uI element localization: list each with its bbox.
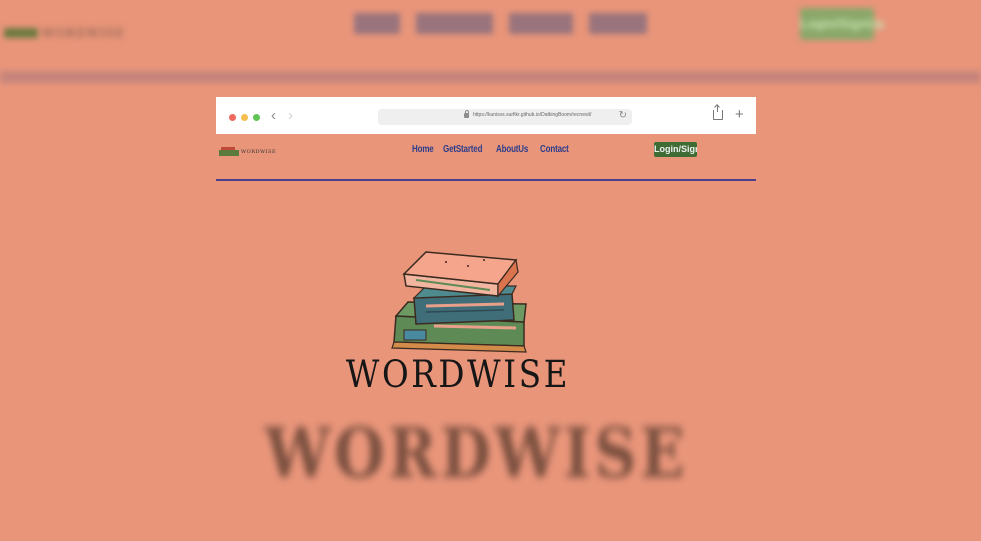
background-login-button: Login/SignUp — [800, 8, 884, 40]
address-url: https://kunisvs.surfikr.github.io/Datkin… — [473, 112, 592, 118]
background-nav-aboutus: AboutUs — [508, 13, 573, 34]
lock-icon — [464, 110, 469, 118]
nav-contact-link[interactable]: Contact — [540, 144, 569, 155]
background-logo: WORDWISE — [4, 22, 124, 42]
background-nav-home: Home — [354, 13, 401, 34]
background-navbar: WORDWISE Home GetStarted AboutUs Contact… — [0, 0, 981, 80]
hero-title: WORDWISE — [345, 353, 571, 396]
books-logo-icon — [219, 147, 239, 156]
nav-aboutus-link[interactable]: AboutUs — [496, 144, 528, 155]
top-book-icon — [402, 251, 519, 298]
site-logo-text: WORDWISE — [241, 149, 277, 155]
site-logo[interactable]: WORDWISE — [219, 146, 279, 158]
hero-blurred-title: WORDWISE — [264, 414, 688, 494]
back-icon[interactable]: ‹ — [271, 108, 276, 124]
site-nav-links: Home GetStarted AboutUs Contact — [412, 144, 572, 155]
background-nav-contact: Contact — [588, 13, 648, 34]
browser-toolbar: ‹ › https://kunisvs.surfikr.github.io/Da… — [216, 97, 756, 134]
address-bar[interactable]: https://kunisvs.surfikr.github.io/Datkin… — [378, 109, 632, 125]
browser-window: ‹ › https://kunisvs.surfikr.github.io/Da… — [216, 97, 756, 181]
book-stack-illustration — [391, 251, 527, 353]
page: WORDWISE Home GetStarted AboutUs Contact… — [0, 0, 981, 541]
forward-icon[interactable]: › — [288, 108, 293, 124]
background-nav-rule — [0, 71, 981, 83]
site-navbar: WORDWISE Home GetStarted AboutUs Contact… — [216, 134, 756, 181]
new-tab-icon[interactable]: + — [735, 107, 744, 122]
nav-home-link[interactable]: Home — [412, 144, 434, 155]
nav-getstarted-link[interactable]: GetStarted — [443, 144, 482, 155]
maximize-window-dot[interactable] — [253, 114, 260, 121]
background-nav-links: Home GetStarted AboutUs Contact — [354, 13, 648, 34]
background-logo-mark — [4, 28, 38, 38]
background-nav-getstarted: GetStarted — [416, 13, 493, 34]
login-signup-button[interactable]: Login/SignUp — [654, 142, 697, 157]
close-window-dot[interactable] — [229, 114, 236, 121]
background-logo-text: WORDWISE — [42, 26, 125, 40]
minimize-window-dot[interactable] — [241, 114, 248, 121]
share-icon[interactable] — [713, 105, 723, 120]
reload-icon[interactable]: ↻ — [619, 110, 627, 121]
